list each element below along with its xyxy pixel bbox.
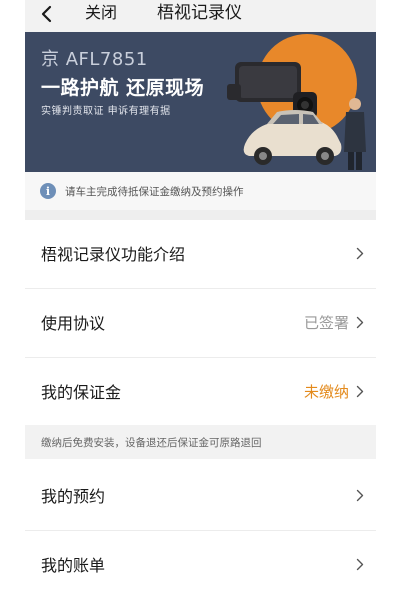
row-feature-intro[interactable]: 梧视记录仪功能介绍 <box>25 220 376 286</box>
banner-slogan: 一路护航 还原现场 <box>41 77 205 99</box>
info-icon: i <box>40 183 56 199</box>
back-button[interactable] <box>33 0 59 28</box>
dashcam-car-illustration <box>227 34 366 170</box>
row-my-appointment[interactable]: 我的预约 <box>25 462 376 528</box>
promo-banner: 京 AFL7851 一路护航 还原现场 实锤判责取证 申诉有理有据 <box>25 32 376 172</box>
chevron-right-icon <box>354 384 366 398</box>
chevron-right-icon <box>354 246 366 260</box>
row-label: 使用协议 <box>41 314 106 333</box>
license-plate: 京 AFL7851 <box>41 49 148 70</box>
chevron-right-icon <box>354 315 366 329</box>
deposit-note-text: 缴纳后免费安装，设备退还后保证金可原路退回 <box>41 436 262 449</box>
page-content: 关闭 梧视记录仪 京 AFL7851 一路护航 还原现场 实锤判责取证 申诉有理… <box>25 0 376 600</box>
row-user-agreement[interactable]: 使用协议 已签署 <box>25 289 376 355</box>
notice-text: 请车主完成待抵保证金缴纳及预约操作 <box>65 185 244 198</box>
row-label: 我的保证金 <box>41 383 122 402</box>
right-margin <box>375 0 400 600</box>
row-label: 我的账单 <box>41 556 106 575</box>
banner-subtitle: 实锤判责取证 申诉有理有据 <box>41 106 171 117</box>
chevron-right-icon <box>354 557 366 571</box>
chevron-left-icon <box>41 5 52 23</box>
section-gap <box>25 210 376 220</box>
row-label: 我的预约 <box>41 487 106 506</box>
row-label: 梧视记录仪功能介绍 <box>41 245 186 264</box>
left-margin <box>0 0 25 600</box>
close-button[interactable]: 关闭 <box>85 0 117 28</box>
deposit-note: 缴纳后免费安装，设备退还后保证金可原路退回 <box>25 425 376 459</box>
row-my-bills[interactable]: 我的账单 <box>25 531 376 597</box>
chevron-right-icon <box>354 488 366 502</box>
nav-bar: 关闭 梧视记录仪 <box>25 0 376 32</box>
notice-bar: i 请车主完成待抵保证金缴纳及预约操作 <box>25 172 376 210</box>
deposit-status: 未缴纳 <box>303 382 349 401</box>
page-title: 梧视记录仪 <box>157 3 242 23</box>
agreement-status: 已签署 <box>303 313 349 332</box>
row-my-deposit[interactable]: 我的保证金 未缴纳 <box>25 358 376 424</box>
